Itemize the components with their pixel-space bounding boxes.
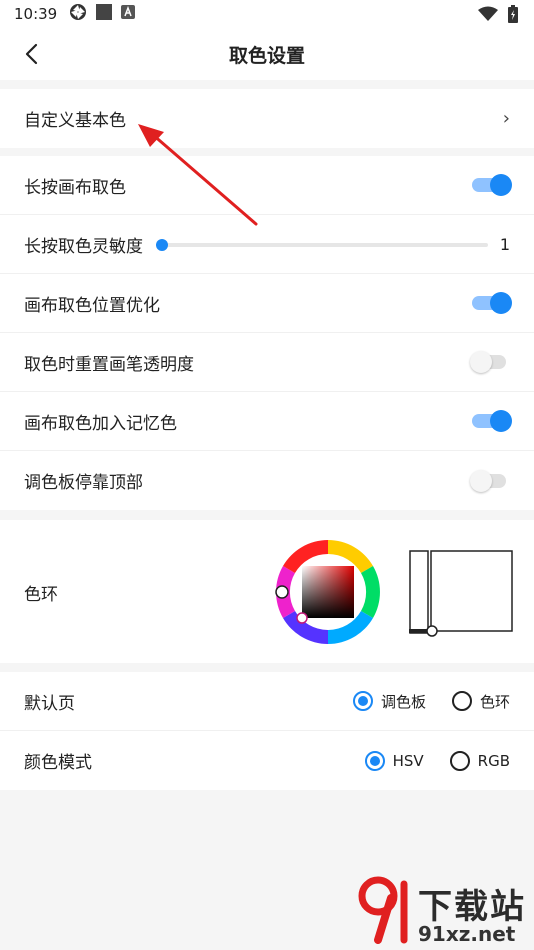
setting-row-long-press-pick: 长按画布取色: [0, 156, 534, 215]
color-wheel-label: 色环: [24, 585, 58, 605]
app-bar: 取色设置: [0, 28, 534, 80]
radio-color-wheel[interactable]: 色环: [451, 691, 510, 712]
watermark-logo: [358, 876, 408, 944]
palette-preview[interactable]: [407, 550, 515, 638]
position-optimize-toggle[interactable]: [472, 292, 512, 314]
palette-dock-top-toggle[interactable]: [470, 469, 510, 492]
square-icon: [95, 3, 113, 25]
setting-label: 调色板停靠顶部: [24, 473, 143, 493]
setting-row-palette-dock: 调色板停靠顶部: [0, 451, 534, 510]
watermark-brand: 下载站: [418, 887, 526, 927]
setting-row-add-memory: 画布取色加入记忆色: [0, 392, 534, 451]
sensitivity-value: 1: [499, 234, 510, 254]
color-mode-label: 颜色模式: [24, 753, 92, 773]
battery-icon: [508, 5, 518, 27]
reset-opacity-toggle[interactable]: [470, 351, 510, 373]
a-badge-icon: [121, 5, 136, 23]
color-wheel-preview[interactable]: [274, 538, 382, 646]
hue-handle[interactable]: [275, 585, 289, 599]
custom-base-color-label: 自定义基本色: [24, 111, 126, 131]
slider-thumb[interactable]: [156, 239, 168, 251]
radio-palette[interactable]: 调色板: [352, 691, 426, 712]
status-time: 10:39: [14, 5, 58, 23]
custom-base-color-row[interactable]: 自定义基本色 ›: [0, 89, 534, 148]
long-press-pick-toggle[interactable]: [472, 174, 512, 196]
settings-section: 长按画布取色 长按取色灵敏度 1 画布取色位置优化 取色时重置画笔透明度 画布取…: [0, 156, 534, 510]
setting-row-position-optimize: 画布取色位置优化: [0, 274, 534, 333]
pinwheel-icon: [69, 3, 87, 25]
color-wheel-section: 色环: [0, 520, 534, 663]
wifi-icon: [478, 6, 498, 26]
mode-section: 默认页 调色板 色环 颜色模式 HSV RGB: [0, 672, 534, 790]
default-page-row: 默认页 调色板 色环: [0, 672, 534, 731]
back-button[interactable]: [18, 40, 44, 68]
status-bar: 10:39: [0, 0, 534, 28]
saturation-handle[interactable]: [296, 612, 308, 624]
setting-label: 画布取色位置优化: [24, 295, 160, 316]
setting-label: 长按取色灵敏度: [24, 236, 143, 257]
chevron-left-icon: [25, 43, 38, 65]
setting-label: 长按画布取色: [24, 177, 126, 198]
default-page-label: 默认页: [24, 693, 75, 714]
setting-row-reset-opacity: 取色时重置画笔透明度: [0, 333, 534, 392]
page-title: 取色设置: [228, 44, 305, 67]
watermark-url: 91xz.net: [418, 922, 516, 946]
setting-label: 画布取色加入记忆色: [24, 413, 177, 434]
color-mode-row: 颜色模式 HSV RGB: [0, 731, 534, 790]
chevron-right-icon: ›: [502, 108, 510, 129]
sensitivity-slider[interactable]: [156, 239, 488, 251]
setting-label: 取色时重置画笔透明度: [24, 354, 194, 375]
radio-hsv[interactable]: HSV: [364, 750, 424, 771]
add-memory-color-toggle[interactable]: [472, 410, 512, 432]
radio-rgb[interactable]: RGB: [449, 750, 510, 771]
watermark: 下载站 91xz.net: [358, 874, 526, 944]
setting-row-sensitivity: 长按取色灵敏度 1: [0, 215, 534, 274]
custom-base-section: 自定义基本色 ›: [0, 89, 534, 148]
